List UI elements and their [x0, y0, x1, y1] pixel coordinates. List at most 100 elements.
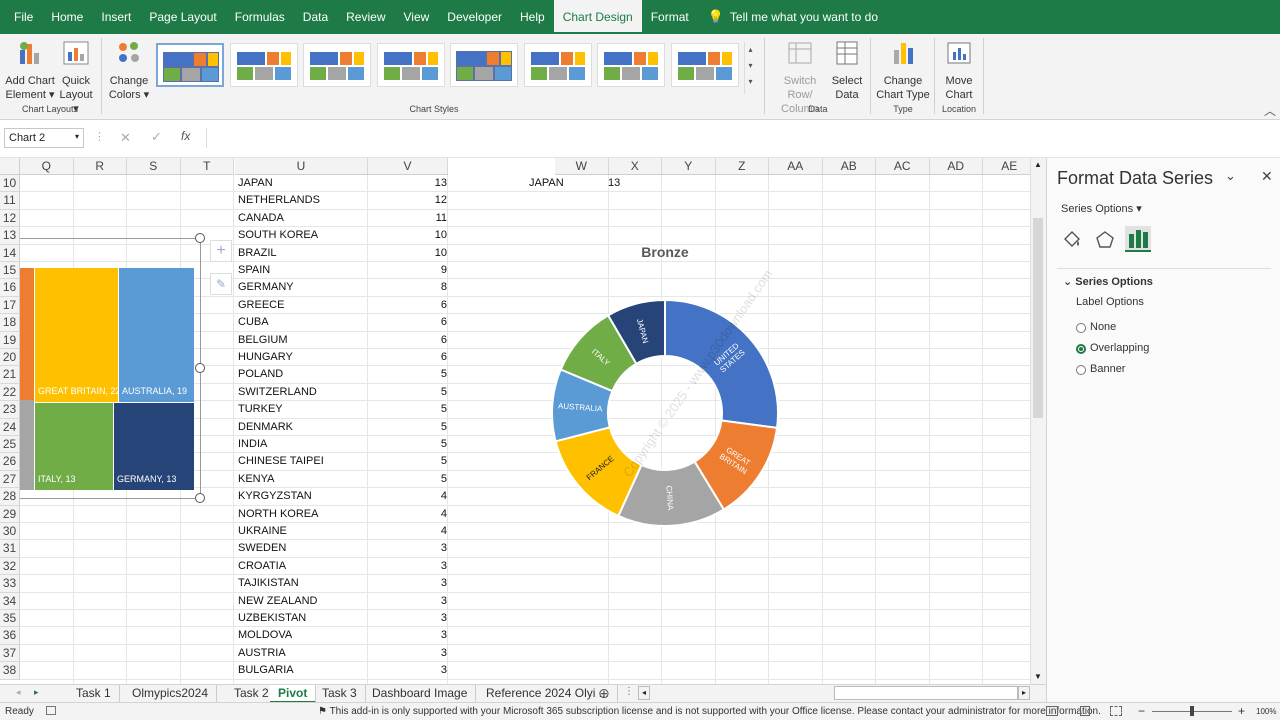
value-cell[interactable]: 3 [368, 610, 447, 627]
series-options-tab[interactable] [1125, 226, 1151, 252]
row-header-26[interactable]: 26 [0, 453, 20, 471]
value-cell[interactable]: 5 [368, 419, 447, 436]
menu-tab-help[interactable]: Help [511, 0, 554, 34]
country-cell[interactable]: NETHERLANDS [238, 192, 320, 209]
value-cell[interactable]: 3 [368, 662, 447, 679]
column-header-w[interactable]: W [555, 158, 609, 175]
zoom-slider-thumb[interactable] [1190, 706, 1194, 716]
value-cell[interactable]: 3 [368, 575, 447, 592]
value-cell[interactable]: 6 [368, 297, 447, 314]
country-cell[interactable]: UKRAINE [238, 523, 287, 540]
country-cell[interactable]: INDIA [238, 436, 267, 453]
chart-style-thumb[interactable] [376, 43, 445, 87]
value-cell[interactable]: 10 [368, 227, 447, 244]
enter-icon[interactable]: ✓ [151, 129, 162, 145]
select-all-corner[interactable] [0, 158, 20, 175]
treemap-tile[interactable]: AUSTRALIA, 19 [119, 268, 194, 402]
row-header-14[interactable]: 14 [0, 244, 20, 262]
country-cell[interactable]: GERMANY [238, 279, 294, 296]
macro-record-icon[interactable] [46, 706, 56, 715]
country-cell[interactable]: JAPAN [238, 175, 273, 192]
hscroll-left-icon[interactable]: ◂ [638, 686, 650, 700]
radio-none[interactable] [1076, 323, 1086, 333]
row-header-22[interactable]: 22 [0, 383, 20, 402]
chart-style-thumb[interactable] [303, 43, 371, 87]
resize-handle[interactable] [195, 493, 205, 503]
page-layout-view-icon[interactable] [1080, 706, 1090, 716]
row-header-29[interactable]: 29 [0, 505, 20, 523]
value-cell[interactable]: 8 [368, 279, 447, 296]
value-cell[interactable]: 5 [368, 401, 447, 418]
row-header-37[interactable]: 37 [0, 644, 20, 663]
formula-input[interactable] [206, 128, 1276, 148]
vertical-scrollbar[interactable]: ▲ ▼ [1030, 158, 1046, 684]
column-header-z[interactable]: Z [715, 158, 769, 175]
menu-tab-formulas[interactable]: Formulas [226, 0, 294, 34]
column-header-aa[interactable]: AA [769, 158, 823, 175]
column-header-ab[interactable]: AB [822, 158, 876, 175]
country-cell[interactable]: CANADA [238, 210, 284, 227]
row-header-12[interactable]: 12 [0, 209, 20, 228]
zoom-out-icon[interactable]: − [1138, 704, 1145, 718]
column-header-s[interactable]: S [127, 158, 181, 175]
row-header-34[interactable]: 34 [0, 592, 20, 610]
value-cell[interactable]: 4 [368, 488, 447, 505]
treemap-tile-partial[interactable] [20, 268, 34, 400]
country-cell[interactable]: SPAIN [238, 262, 270, 279]
value-cell[interactable]: 3 [368, 593, 447, 610]
menu-tab-chart-design[interactable]: Chart Design [553, 0, 642, 34]
country-cell[interactable]: KYRGYZSTAN [238, 488, 312, 505]
menu-tab-view[interactable]: View [395, 0, 439, 34]
menu-tab-file[interactable]: File [0, 0, 42, 34]
column-header-ae[interactable]: AE [983, 158, 1030, 175]
country-cell[interactable]: CUBA [238, 314, 269, 331]
scroll-thumb[interactable] [1033, 218, 1043, 418]
value-cell[interactable]: 3 [368, 627, 447, 644]
y-lookup-cell[interactable]: 13 [608, 175, 620, 192]
country-cell[interactable]: TURKEY [238, 401, 283, 418]
name-box[interactable]: Chart 2 ▾ [4, 128, 84, 148]
value-cell[interactable]: 12 [368, 192, 447, 209]
column-header-u[interactable]: U [235, 158, 368, 175]
tell-me-search[interactable]: 💡 Tell me what you want to do [698, 9, 878, 25]
add-sheet-icon[interactable]: ⊕ [598, 685, 610, 701]
treemap-tile-partial[interactable] [20, 400, 34, 490]
worksheet-grid[interactable]: QRSTUVWXYZAAABACADAEAF10JAPAN1311NETHERL… [0, 158, 1030, 684]
value-cell[interactable]: 3 [368, 540, 447, 557]
radio-label-overlapping[interactable]: Overlapping [1090, 342, 1149, 354]
chart-styles-brush-icon[interactable]: ✎ [210, 273, 232, 295]
row-header-21[interactable]: 21 [0, 366, 20, 384]
menu-tab-data[interactable]: Data [294, 0, 337, 34]
country-cell[interactable]: HUNGARY [238, 349, 293, 366]
select-data-button[interactable]: Select Data [830, 40, 864, 102]
zoom-in-icon[interactable]: + [1238, 704, 1245, 718]
row-header-38[interactable]: 38 [0, 662, 20, 680]
sheet-tab[interactable]: Reference 2024 Olyi ... [478, 685, 618, 703]
row-header-30[interactable]: 30 [0, 523, 20, 541]
column-header-r[interactable]: R [73, 158, 127, 175]
treemap-tile[interactable]: ITALY, 13 [35, 403, 113, 490]
row-header-36[interactable]: 36 [0, 627, 20, 645]
column-header-ac[interactable]: AC [876, 158, 930, 175]
gallery-scroll[interactable]: ▴ ▾ ▾ [744, 42, 756, 94]
country-cell[interactable]: DENMARK [238, 419, 293, 436]
row-header-18[interactable]: 18 [0, 314, 20, 332]
row-header-10[interactable]: 10 [0, 175, 20, 193]
menu-tab-review[interactable]: Review [337, 0, 394, 34]
chart-style-thumb[interactable] [229, 43, 298, 87]
change-chart-type-button[interactable]: Change Chart Type [874, 40, 932, 102]
sheet-tab[interactable]: Olmypics2024 [124, 685, 218, 703]
value-cell[interactable]: 5 [368, 366, 447, 383]
row-header-27[interactable]: 27 [0, 470, 20, 489]
radio-label-none[interactable]: None [1090, 321, 1116, 333]
row-header-15[interactable]: 15 [0, 262, 20, 280]
radio-label-banner[interactable]: Banner [1090, 363, 1125, 375]
menu-tab-page-layout[interactable]: Page Layout [140, 0, 225, 34]
row-header-25[interactable]: 25 [0, 436, 20, 454]
change-colors-button[interactable]: Change Colors ▾ [106, 40, 152, 102]
country-cell[interactable]: SOUTH KOREA [238, 227, 318, 244]
chart-style-thumb[interactable] [523, 43, 592, 87]
value-cell[interactable]: 6 [368, 349, 447, 366]
row-header-32[interactable]: 32 [0, 557, 20, 576]
value-cell[interactable]: 10 [368, 245, 447, 262]
